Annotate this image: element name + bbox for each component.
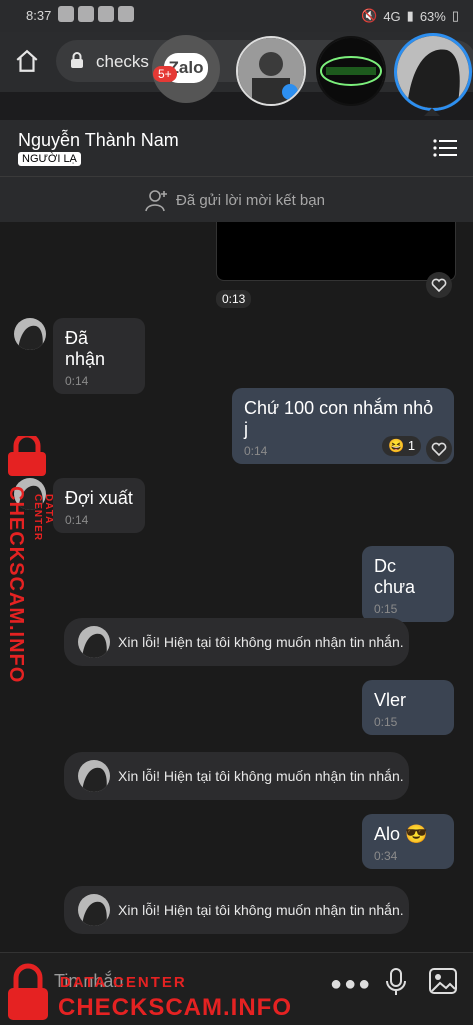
- status-time: 8:37: [26, 8, 52, 23]
- battery-icon: ▯: [451, 8, 459, 23]
- more-options-icon[interactable]: ●●●: [330, 973, 372, 996]
- message-bubble-incoming[interactable]: Đã nhận 0:14: [53, 318, 145, 394]
- chat-head-pointer: [424, 108, 440, 116]
- chat-heads: Zalo 5+: [0, 30, 473, 120]
- auto-reply-notice: Xin lỗi! Hiện tại tôi không muốn nhận ti…: [64, 752, 409, 800]
- signal-icon: ▮: [406, 8, 414, 23]
- message-time: 0:15: [374, 602, 398, 616]
- message-time: 0:34: [374, 849, 398, 863]
- chat-head-avatar[interactable]: [316, 36, 386, 106]
- lock-logo-icon: [8, 963, 48, 1020]
- chat-head-avatar-active[interactable]: [394, 33, 472, 111]
- sender-avatar: [78, 894, 110, 926]
- person-icon: [58, 6, 74, 22]
- message-text: Dc chưa: [374, 556, 416, 597]
- auto-reply-text: Xin lỗi! Hiện tại tôi không muốn nhận ti…: [118, 768, 404, 784]
- image-icon[interactable]: [428, 967, 458, 995]
- watermark-brand: CHECKSCAM.INFO: [58, 994, 292, 1021]
- microphone-icon[interactable]: [385, 967, 407, 997]
- menu-icon[interactable]: [433, 138, 457, 158]
- message-text: Alo 😎: [374, 824, 428, 844]
- message-time: 0:14: [65, 513, 89, 527]
- message-time: 0:15: [374, 715, 398, 729]
- reaction-count: 1: [407, 438, 416, 453]
- checkscam-watermark: CHECKSCAM.INFO DATA CENTER: [4, 432, 54, 683]
- checkscam-watermark: DATA CENTER CHECKSCAM.INFO: [6, 960, 306, 1024]
- watermark-subtitle: DATA CENTER: [60, 974, 187, 991]
- friend-request-status: Đã gửi lời mời kết bạn: [176, 192, 325, 209]
- message-bubble-outgoing[interactable]: Dc chưa 0:15: [362, 546, 454, 622]
- battery-level: 63%: [419, 8, 446, 24]
- auto-reply-notice: Xin lỗi! Hiện tại tôi không muốn nhận ti…: [64, 886, 409, 934]
- message-time: 0:14: [65, 374, 89, 388]
- message-text: Đợi xuất: [65, 488, 133, 508]
- lock-logo-icon: [8, 432, 46, 476]
- conversation-header: Nguyễn Thành Nam NGƯỜI LẠ: [0, 120, 473, 176]
- friend-request-bar: Đã gửi lời mời kết bạn: [0, 176, 473, 223]
- chat-head-avatar[interactable]: [236, 36, 306, 106]
- message-bubble-outgoing[interactable]: Alo 😎 0:34: [362, 814, 454, 869]
- status-bar: 8:37 🔇 4G ▮ 63% ▯: [0, 0, 473, 32]
- message-bubble-incoming[interactable]: Đợi xuất 0:14: [53, 478, 145, 533]
- watermark-subtitle: DATA CENTER: [32, 494, 54, 542]
- auto-reply-text: Xin lỗi! Hiện tại tôi không muốn nhận ti…: [118, 902, 404, 918]
- sender-avatar: [78, 626, 110, 658]
- video-timestamp: 0:13: [216, 290, 252, 308]
- message-text: Chứ 100 con nhắm nhỏ j: [244, 398, 434, 439]
- video-message[interactable]: [216, 222, 456, 281]
- status-right: 🔇 4G ▮ 63% ▯: [361, 8, 459, 24]
- message-text: Đã nhận: [65, 328, 106, 369]
- person-icon: [78, 6, 94, 22]
- sender-avatar[interactable]: [14, 318, 46, 350]
- zalo-icon: [118, 6, 134, 22]
- mute-icon: 🔇: [361, 8, 378, 23]
- notification-icons: [58, 6, 134, 22]
- sender-avatar: [78, 760, 110, 792]
- reaction-summary[interactable]: 😆 1: [382, 436, 422, 456]
- unread-badge: 5+: [153, 66, 177, 82]
- auto-reply-notice: Xin lỗi! Hiện tại tôi không muốn nhận ti…: [64, 618, 409, 666]
- contact-name: Nguyễn Thành Nam: [18, 130, 179, 150]
- add-friend-icon: [145, 190, 167, 212]
- laugh-emoji-icon: 😆: [388, 438, 405, 453]
- message-bubble-outgoing[interactable]: Vler 0:15: [362, 680, 454, 735]
- watermark-brand: CHECKSCAM.INFO: [5, 486, 27, 684]
- network-type: 4G: [383, 8, 401, 24]
- heart-react-icon[interactable]: [426, 436, 452, 462]
- message-list[interactable]: 0:13 Đã nhận 0:14 Chứ 100 con nhắm nhỏ j…: [0, 222, 473, 952]
- message-text: Vler: [374, 690, 407, 710]
- heart-react-icon[interactable]: [426, 272, 452, 298]
- zalo-icon: [98, 6, 114, 22]
- stranger-tag: NGƯỜI LẠ: [18, 152, 81, 166]
- auto-reply-text: Xin lỗi! Hiện tại tôi không muốn nhận ti…: [118, 634, 404, 650]
